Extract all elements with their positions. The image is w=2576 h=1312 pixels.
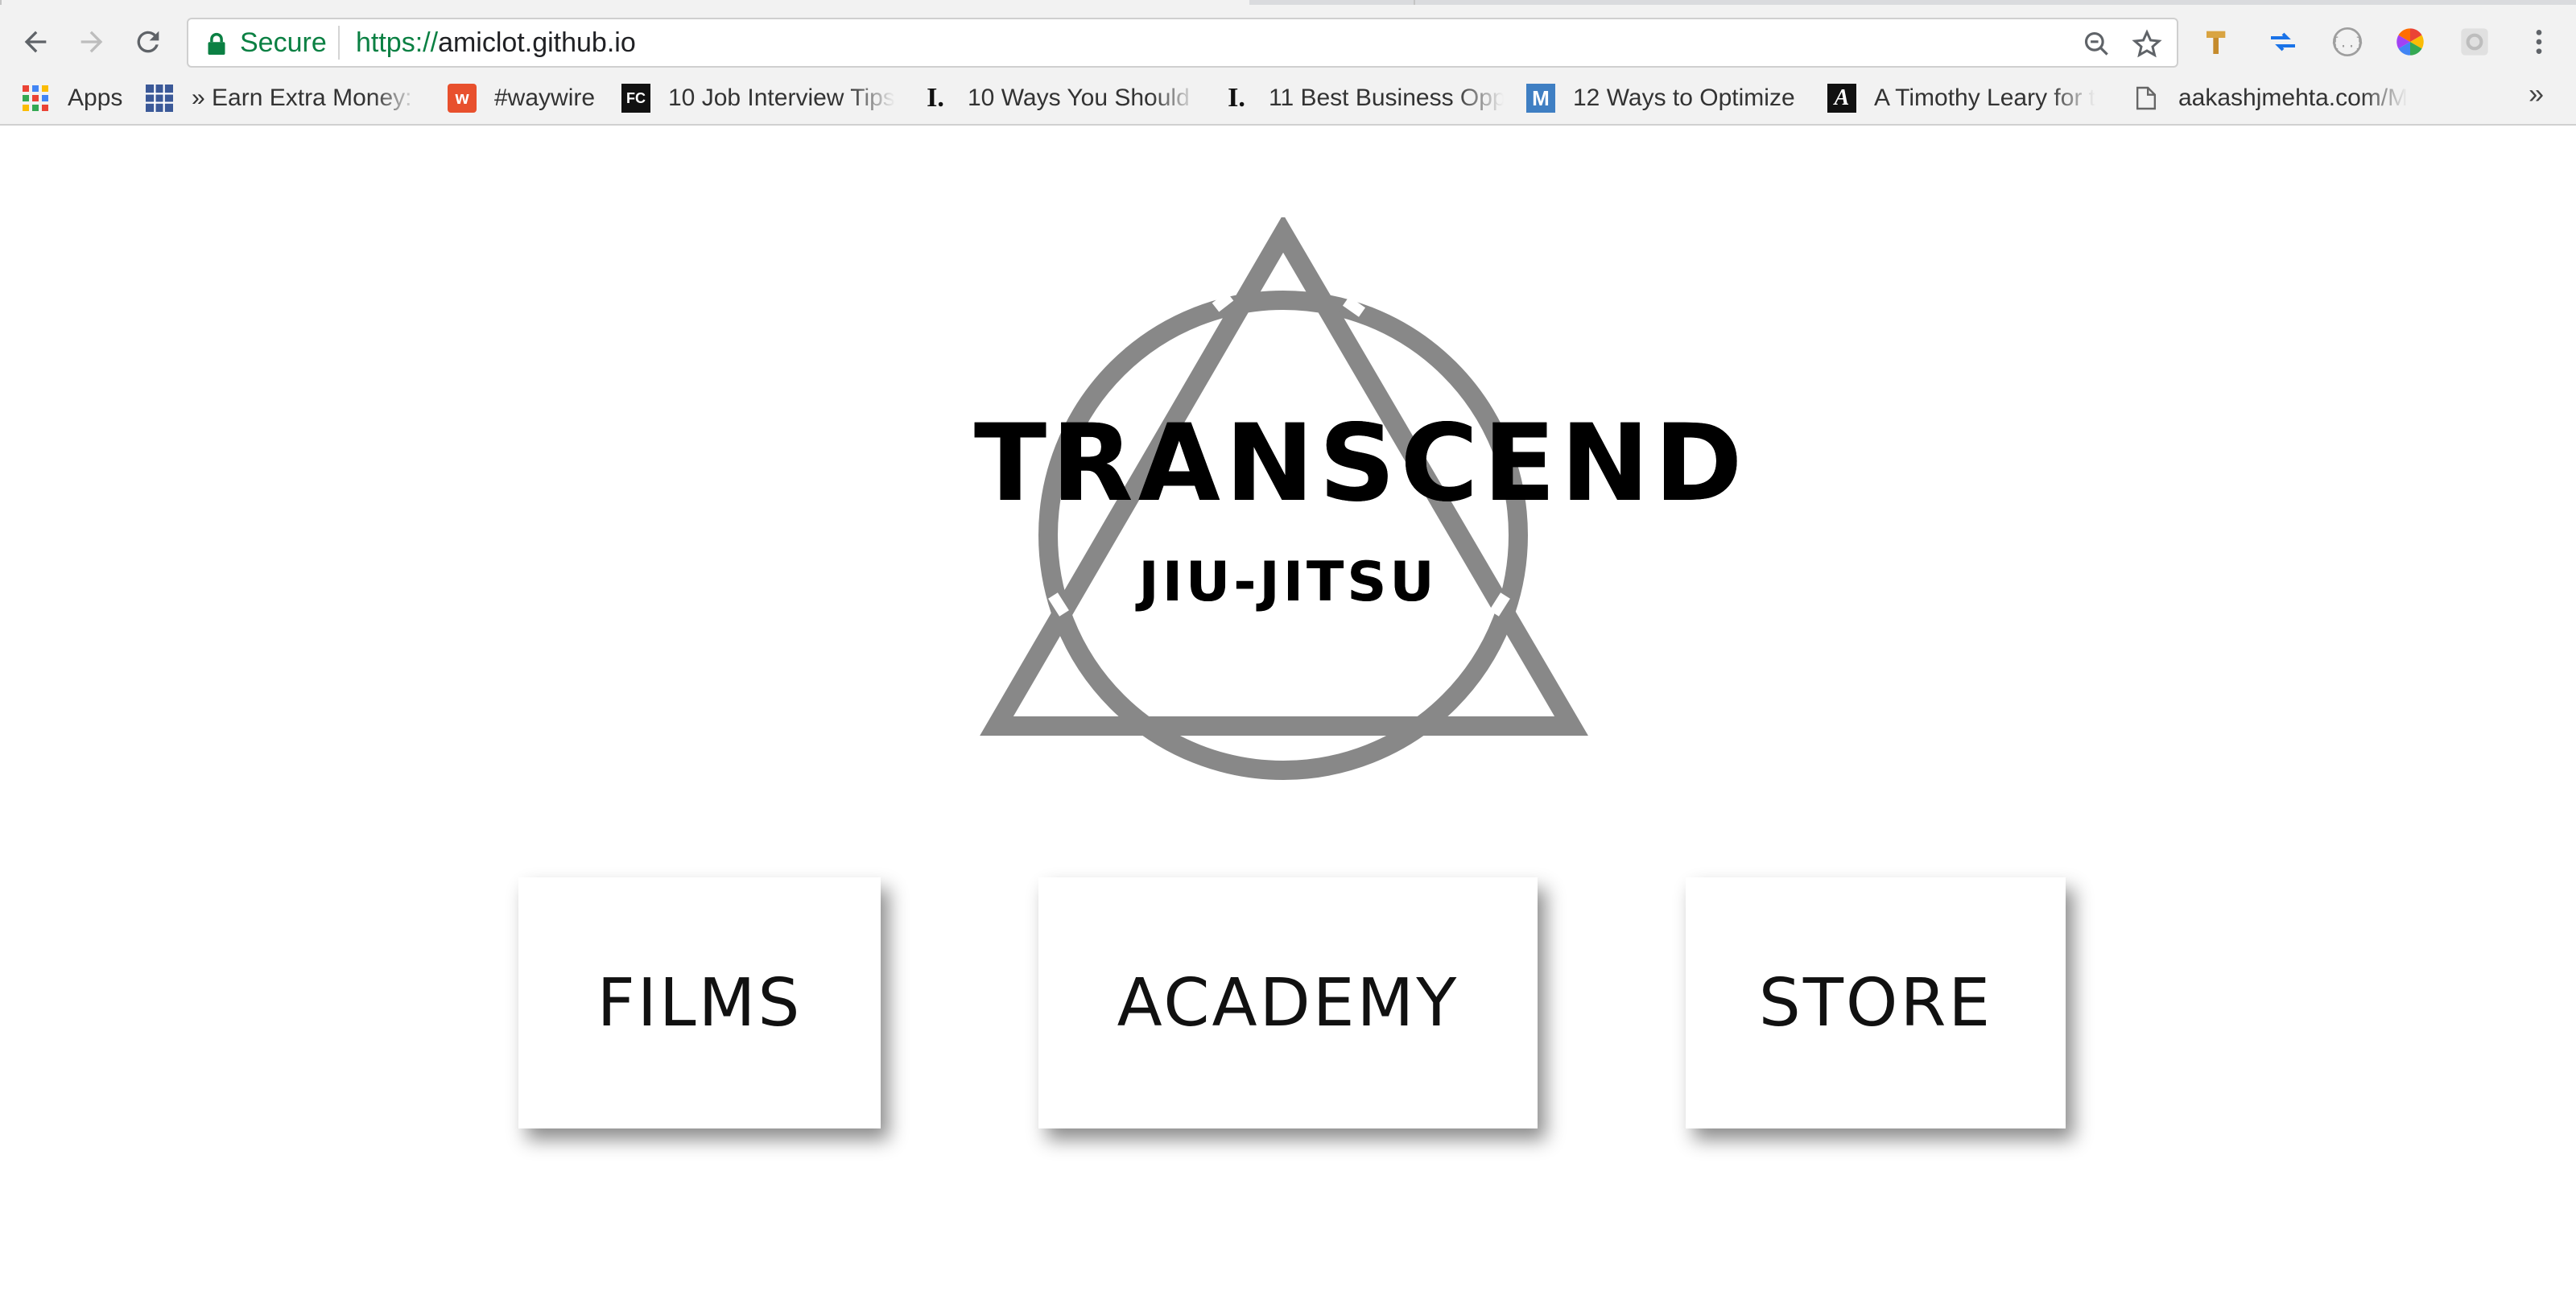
academy-link[interactable]: ACADEMY (1038, 877, 1538, 1128)
url-host: amiclot.github.io (438, 27, 636, 58)
star-icon (2132, 29, 2162, 58)
svg-text:{..}: {..} (2331, 35, 2363, 51)
extension-json[interactable]: {..} (2328, 23, 2367, 61)
extension-color-picker[interactable] (2391, 23, 2429, 61)
bookmark-label: A Timothy Leary for t (1874, 85, 2096, 111)
back-button[interactable] (10, 16, 61, 68)
extension-hammer[interactable] (2199, 23, 2238, 61)
hammer-icon (2207, 31, 2226, 54)
browser-toolbar: Secure https://amiclot.github.io {..} (0, 5, 2576, 72)
bookmark-apps[interactable]: Apps (21, 80, 134, 116)
bookmark-earn-extra-money[interactable]: » Earn Extra Money: C (145, 80, 419, 116)
inc-icon: I. (1228, 83, 1245, 113)
bookmark-label: aakashjmehta.com/M (2178, 85, 2409, 111)
zoom-button[interactable] (2079, 26, 2116, 63)
arrow-left-icon (24, 31, 47, 53)
braces-icon: {..} (2331, 27, 2363, 56)
bookmark-12-ways[interactable]: M 12 Ways to Optimize (1526, 80, 1797, 116)
extension-arrows[interactable] (2264, 23, 2302, 61)
bookmark-11-best-business[interactable]: I. 11 Best Business Opp (1222, 80, 1504, 116)
academy-label: ACADEMY (1117, 964, 1459, 1042)
reload-icon (137, 31, 159, 53)
inc-icon: I. (927, 83, 944, 113)
bookmark-job-interview-tips[interactable]: FC 10 Job Interview Tips (621, 80, 895, 116)
color-wheel-icon (2396, 28, 2424, 56)
waywire-icon: w (448, 84, 477, 113)
bookmark-timothy-leary[interactable]: A A Timothy Leary for t (1827, 80, 2106, 116)
bookmark-label: Apps (68, 85, 123, 111)
gear-icon (2461, 28, 2488, 56)
bookmark-10-ways[interactable]: I. 10 Ways You Should I (921, 80, 1198, 116)
extension-gear[interactable] (2455, 23, 2494, 61)
url-text[interactable]: https://amiclot.github.io (356, 27, 636, 59)
bookmarks-bar: Apps » Earn Extra Money: C w #waywire FC… (0, 72, 2576, 126)
bookmark-label: #waywire (494, 85, 596, 111)
swap-arrows-icon (2271, 32, 2295, 52)
omnibox-divider (338, 26, 340, 60)
films-label: FILMS (597, 964, 803, 1042)
bookmark-waywire[interactable]: w #waywire (448, 80, 609, 116)
transcend-logo: TRANSCEND JIU-JITSU (974, 214, 1748, 789)
bookmark-star-button[interactable] (2128, 26, 2165, 63)
address-bar[interactable]: Secure https://amiclot.github.io (187, 18, 2178, 68)
bookmarks-overflow-chevron-icon[interactable]: » (2529, 79, 2544, 110)
bookmark-label: » Earn Extra Money: C (192, 85, 419, 111)
forward-button[interactable] (66, 16, 118, 68)
bookmark-aakashjmehta[interactable]: aakashjmehta.com/M (2132, 80, 2409, 116)
store-label: STORE (1758, 964, 1993, 1042)
bookmark-label: 10 Ways You Should I (968, 85, 1198, 111)
browser-menu-button[interactable] (2520, 23, 2558, 61)
atlantic-a-icon: A (1827, 84, 1856, 113)
bookmark-label: 11 Best Business Opp (1269, 85, 1504, 111)
films-link[interactable]: FILMS (518, 877, 881, 1128)
medium-m-icon: M (1526, 84, 1555, 113)
security-label: Secure (240, 27, 327, 58)
kebab-menu-icon (2536, 30, 2542, 54)
logo-title: TRANSCEND (974, 402, 1748, 526)
reload-button[interactable] (122, 16, 174, 68)
lock-icon (208, 32, 225, 55)
url-scheme: https:// (356, 27, 439, 58)
bookmark-label: 12 Ways to Optimize (1573, 85, 1795, 111)
apps-grid-icon (21, 84, 50, 113)
arrow-right-icon (80, 31, 103, 53)
store-link[interactable]: STORE (1686, 877, 2066, 1128)
zoom-out-icon (2084, 31, 2108, 56)
calendar-grid-icon (145, 84, 174, 113)
bookmark-label: 10 Job Interview Tips (668, 85, 895, 111)
logo-subtitle: JIU-JITSU (1138, 551, 1438, 614)
fc-icon: FC (621, 84, 650, 113)
page-icon (2132, 84, 2161, 113)
